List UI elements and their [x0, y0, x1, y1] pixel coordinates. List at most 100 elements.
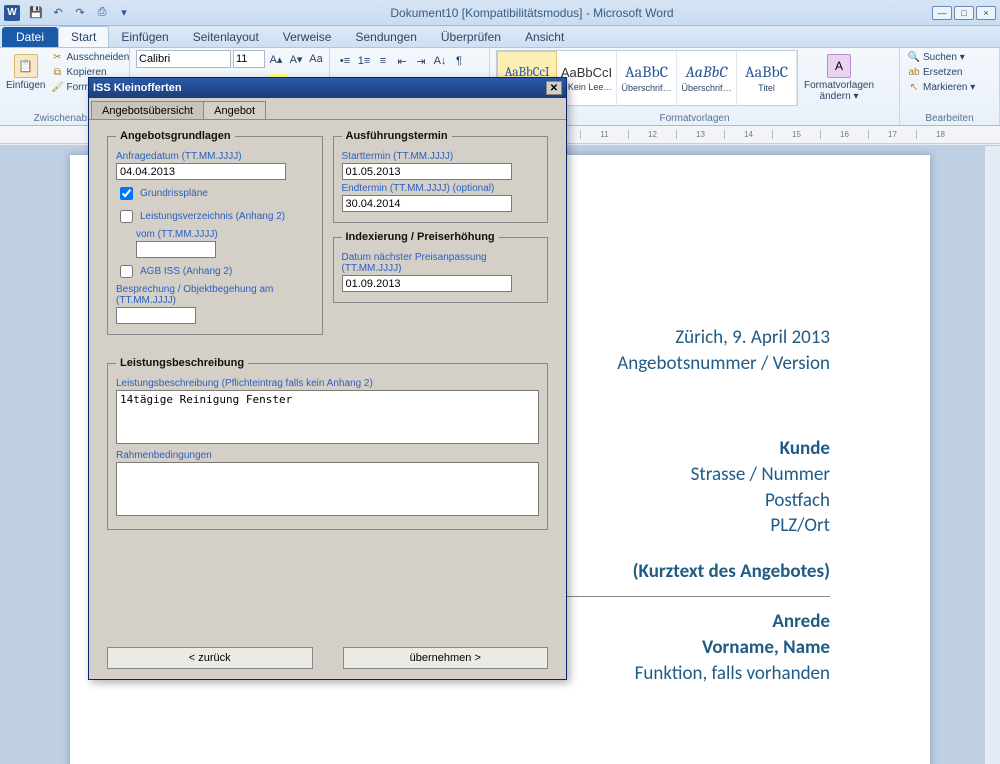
replace-label: Ersetzen — [923, 67, 962, 78]
grundrissplaene-checkbox[interactable] — [120, 187, 133, 200]
ruler-mark: 14 — [724, 130, 772, 139]
editing-group-label: Bearbeiten — [906, 112, 993, 125]
font-name-combo[interactable] — [136, 50, 231, 68]
style-name-label: ¶ Kein Lee… — [561, 82, 613, 92]
brush-icon: 🖌 — [51, 81, 63, 93]
fieldset-angebotsgrundlagen: Angebotsgrundlagen Anfragedatum (TT.MM.J… — [107, 130, 323, 335]
style-name-label: Überschrif… — [681, 83, 731, 93]
bullets-icon[interactable]: •≡ — [336, 52, 354, 70]
font-size-combo[interactable] — [233, 50, 265, 68]
style-heading1[interactable]: AaBbC Überschrif… — [617, 51, 677, 105]
preisanpassung-input[interactable] — [342, 275, 512, 292]
legend-termin: Ausführungstermin — [342, 130, 452, 142]
starttermin-label: Starttermin (TT.MM.JJJJ) — [342, 151, 540, 162]
dialog-iss-kleinofferten: ISS Kleinofferten ✕ Angebotsübersicht An… — [88, 77, 567, 680]
file-tab[interactable]: Datei — [2, 27, 58, 47]
tab-einfuegen[interactable]: Einfügen — [109, 27, 180, 47]
print-icon[interactable]: ⎙ — [94, 5, 110, 21]
grow-font-icon[interactable]: A▴ — [267, 50, 285, 68]
paste-button[interactable]: 📋 Einfügen — [6, 50, 45, 91]
endtermin-input[interactable] — [342, 195, 512, 212]
select-label: Markieren ▾ — [923, 82, 975, 93]
anfragedatum-label: Anfragedatum (TT.MM.JJJJ) — [116, 151, 314, 162]
agb-checkbox-row: AGB ISS (Anhang 2) — [116, 262, 314, 281]
shrink-font-icon[interactable]: A▾ — [287, 50, 305, 68]
indent-dec-icon[interactable]: ⇤ — [393, 52, 411, 70]
redo-icon[interactable]: ↷ — [72, 5, 88, 21]
legend-grundlagen: Angebotsgrundlagen — [116, 130, 235, 142]
tab-start[interactable]: Start — [58, 26, 109, 47]
tab-angebotsuebersicht[interactable]: Angebotsübersicht — [91, 101, 204, 120]
cut-button[interactable]: ✂Ausschneiden — [49, 50, 131, 64]
legend-leistung: Leistungsbeschreibung — [116, 357, 248, 369]
leistungsbeschreibung-label: Leistungsbeschreibung (Pflichteintrag fa… — [116, 378, 539, 389]
legend-index: Indexierung / Preiserhöhung — [342, 231, 499, 243]
minimize-button[interactable]: — — [932, 6, 952, 20]
close-window-button[interactable]: × — [976, 6, 996, 20]
lv-checkbox[interactable] — [120, 210, 133, 223]
replace-button[interactable]: abErsetzen — [906, 65, 977, 79]
style-preview: AaBbCcI — [561, 65, 612, 80]
format-label: Form — [66, 82, 89, 93]
besprechung-input[interactable] — [116, 307, 196, 324]
apply-button[interactable]: übernehmen > — [343, 647, 549, 669]
select-icon: ↖ — [908, 81, 920, 93]
lv-checkbox-row: Leistungsverzeichnis (Anhang 2) — [116, 207, 314, 226]
indent-inc-icon[interactable]: ⇥ — [412, 52, 430, 70]
quick-access-toolbar: 💾 ↶ ↷ ⎙ ▾ — [28, 5, 132, 21]
ruler-mark: 18 — [916, 130, 964, 139]
style-name-label: Überschrif… — [621, 83, 671, 93]
ruler-mark: 13 — [676, 130, 724, 139]
sort-icon[interactable]: A↓ — [431, 52, 449, 70]
show-marks-icon[interactable]: ¶ — [450, 52, 468, 70]
lv-label: Leistungsverzeichnis (Anhang 2) — [140, 211, 285, 222]
multilevel-icon[interactable]: ≡ — [374, 52, 392, 70]
leistungsbeschreibung-input[interactable] — [116, 390, 539, 444]
tab-ueberpruefen[interactable]: Überprüfen — [429, 27, 513, 47]
endtermin-label: Endtermin (TT.MM.JJJJ) (optional) — [342, 183, 540, 194]
tab-angebot[interactable]: Angebot — [203, 101, 266, 120]
rahmenbedingungen-input[interactable] — [116, 462, 539, 516]
find-label: Suchen ▾ — [923, 52, 965, 63]
select-button[interactable]: ↖Markieren ▾ — [906, 80, 977, 94]
dialog-close-button[interactable]: ✕ — [546, 81, 562, 95]
agb-label: AGB ISS (Anhang 2) — [140, 266, 232, 277]
preisanpassung-label: Datum nächster Preisanpassung (TT.MM.JJJ… — [342, 252, 540, 274]
paste-icon: 📋 — [14, 54, 38, 78]
back-button[interactable]: < zurück — [107, 647, 313, 669]
maximize-button[interactable]: □ — [954, 6, 974, 20]
tab-seitenlayout[interactable]: Seitenlayout — [181, 27, 271, 47]
style-heading2[interactable]: AaBbC Überschrif… — [677, 51, 737, 105]
title-bar: W 💾 ↶ ↷ ⎙ ▾ Dokument10 [Kompatibilitätsm… — [0, 0, 1000, 26]
tab-verweise[interactable]: Verweise — [271, 27, 344, 47]
qat-dropdown-icon[interactable]: ▾ — [116, 5, 132, 21]
style-title[interactable]: AaBbC Titel — [737, 51, 797, 105]
grundrissplaene-label: Grundrisspläne — [140, 188, 208, 199]
vom-input[interactable] — [136, 241, 216, 258]
vom-label: vom (TT.MM.JJJJ) — [136, 229, 314, 240]
dialog-buttons: < zurück übernehmen > — [107, 647, 548, 669]
dialog-tabs: Angebotsübersicht Angebot — [89, 98, 566, 119]
agb-checkbox[interactable] — [120, 265, 133, 278]
anfragedatum-input[interactable] — [116, 163, 286, 180]
change-styles-label: Formatvorlagen ändern ▾ — [802, 80, 876, 102]
dialog-title-text: ISS Kleinofferten — [93, 82, 182, 94]
tab-sendungen[interactable]: Sendungen — [343, 27, 428, 47]
change-case-icon[interactable]: Aa — [307, 50, 325, 68]
replace-icon: ab — [908, 66, 920, 78]
vertical-scrollbar[interactable] — [984, 146, 1000, 764]
grundrissplaene-checkbox-row: Grundrisspläne — [116, 184, 314, 203]
change-styles-button[interactable]: A Formatvorlagen ändern ▾ — [802, 50, 876, 102]
word-app-icon: W — [4, 5, 20, 21]
tab-ansicht[interactable]: Ansicht — [513, 27, 576, 47]
undo-icon[interactable]: ↶ — [50, 5, 66, 21]
find-button[interactable]: 🔍Suchen ▾ — [906, 50, 977, 64]
save-icon[interactable]: 💾 — [28, 5, 44, 21]
ruler-mark: 12 — [628, 130, 676, 139]
style-name-label: Titel — [758, 83, 775, 93]
starttermin-input[interactable] — [342, 163, 512, 180]
ruler-mark: 15 — [772, 130, 820, 139]
dialog-body: Angebotsgrundlagen Anfragedatum (TT.MM.J… — [89, 119, 566, 679]
numbering-icon[interactable]: 1≡ — [355, 52, 373, 70]
dialog-titlebar[interactable]: ISS Kleinofferten ✕ — [89, 78, 566, 98]
